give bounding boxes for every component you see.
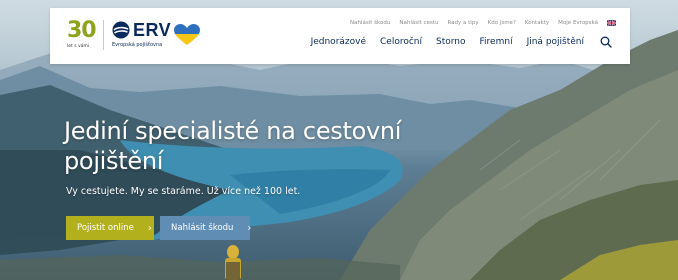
hiker-figure xyxy=(225,245,241,280)
link-about[interactable]: Kdo jsme? xyxy=(488,20,516,26)
main-nav: Jednorázové Celoroční Storno Firemní Jin… xyxy=(311,36,612,48)
erv-logo-icon xyxy=(112,21,130,39)
utility-nav: Nahlásit škodu Nahlásit cestu Rady a tip… xyxy=(350,20,616,26)
nav-annual[interactable]: Celoroční xyxy=(380,37,422,47)
erv-logo-text: ERV xyxy=(133,20,172,40)
link-report-claim[interactable]: Nahlásit škodu xyxy=(350,20,390,26)
insure-online-button[interactable]: Pojistit online › xyxy=(66,216,154,240)
site-header: 30 let s vámi ERV Evropská pojišťovna Na… xyxy=(50,8,630,64)
nav-cancellation[interactable]: Storno xyxy=(436,37,466,47)
link-report-trip[interactable]: Nahlásit cestu xyxy=(399,20,438,26)
chevron-right-icon: › xyxy=(247,222,252,234)
hero-tagline: Vy cestujete. My se staráme. Už více než… xyxy=(66,186,301,197)
nav-business[interactable]: Firemní xyxy=(480,37,513,47)
anniversary-number: 30 xyxy=(67,18,97,43)
nav-other-insurance[interactable]: Jiná pojištění xyxy=(527,37,584,47)
ukraine-heart-icon xyxy=(174,24,200,45)
insure-online-label: Pojistit online xyxy=(77,223,134,233)
erv-logo-subtitle: Evropská pojišťovna xyxy=(112,42,163,48)
anniversary-subtitle: let s vámi xyxy=(67,44,90,49)
search-icon[interactable] xyxy=(600,36,612,48)
report-claim-label: Nahlásit škodu xyxy=(171,223,234,233)
link-my-account[interactable]: Moje Evropská xyxy=(558,20,598,26)
link-contacts[interactable]: Kontakty xyxy=(525,20,549,26)
logo-divider xyxy=(103,20,104,50)
anniversary-logo[interactable]: 30 let s vámi xyxy=(67,18,99,50)
chevron-right-icon: › xyxy=(147,222,152,234)
erv-logo[interactable]: ERV Evropská pojišťovna xyxy=(112,21,172,51)
link-tips[interactable]: Rady a tipy xyxy=(447,20,478,26)
hero-headline: Jediní specialisté na cestovní pojištění xyxy=(64,117,402,175)
report-claim-button[interactable]: Nahlásit škodu › xyxy=(160,216,252,240)
uk-flag-icon[interactable] xyxy=(607,20,616,26)
nav-single-trip[interactable]: Jednorázové xyxy=(311,37,366,47)
